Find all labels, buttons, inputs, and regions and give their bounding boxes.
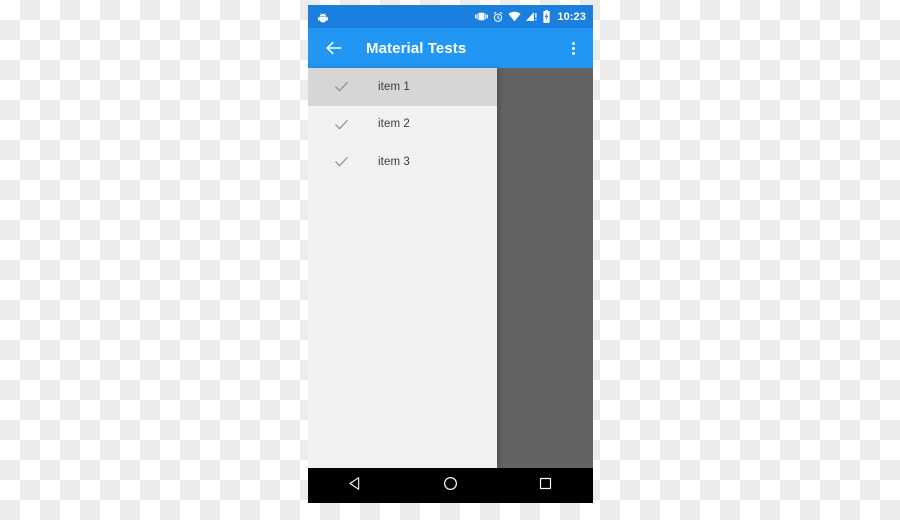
circle-home-icon	[442, 475, 459, 497]
home-button[interactable]	[431, 471, 471, 501]
status-bar-left-icons	[317, 11, 475, 23]
drawer-item-label: item 2	[378, 118, 410, 131]
drawer-item-label: item 3	[378, 155, 410, 168]
check-icon	[332, 115, 350, 133]
wifi-icon	[508, 11, 521, 22]
drawer-item-list: item 1 item 2 item 3	[308, 68, 497, 181]
page-title: Material Tests	[366, 39, 467, 57]
drawer-item-3[interactable]: item 3	[308, 143, 497, 181]
triangle-back-icon	[347, 475, 364, 497]
overflow-dot	[571, 41, 575, 45]
system-navigation-bar	[308, 468, 593, 503]
battery-icon	[542, 10, 551, 23]
status-bar: 10:23	[308, 5, 593, 28]
more-vert-icon[interactable]	[561, 34, 585, 62]
overflow-dot	[571, 46, 575, 50]
arrow-back-icon[interactable]	[321, 35, 347, 61]
check-icon	[332, 153, 350, 171]
android-device-screen: 10:23 Material Tests item 1 item 2 item …	[308, 5, 593, 503]
drawer-item-1[interactable]: item 1	[308, 68, 497, 106]
alarm-icon	[492, 11, 504, 23]
overflow-dot	[571, 51, 575, 55]
drawer-item-label: item 1	[378, 80, 410, 93]
square-recents-icon	[538, 476, 553, 496]
screenshot-canvas: 10:23 Material Tests item 1 item 2 item …	[0, 0, 900, 520]
recents-button[interactable]	[526, 471, 566, 501]
check-icon	[332, 78, 350, 96]
app-toolbar: Material Tests	[308, 28, 593, 68]
status-bar-right-icons: 10:23	[475, 10, 586, 23]
content-area: item 1 item 2 item 3	[308, 68, 593, 468]
navigation-drawer: item 1 item 2 item 3	[308, 68, 497, 468]
adb-icon	[317, 11, 329, 23]
drawer-item-2[interactable]: item 2	[308, 106, 497, 144]
cellular-signal-icon	[525, 11, 538, 22]
back-button[interactable]	[336, 471, 376, 501]
vibrate-icon	[475, 10, 489, 23]
status-bar-clock: 10:23	[557, 10, 586, 23]
